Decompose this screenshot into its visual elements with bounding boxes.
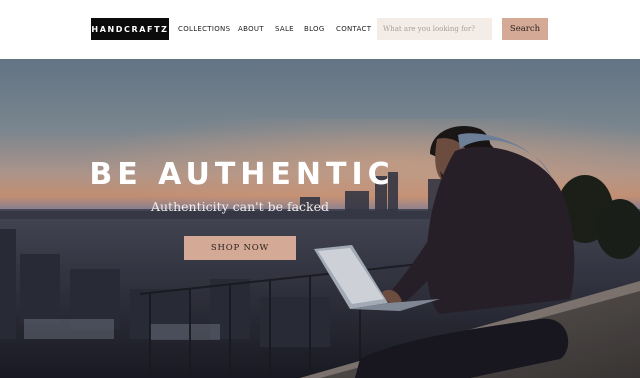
search-input[interactable] bbox=[377, 18, 492, 40]
hero-title: BE AUTHENTIC bbox=[89, 157, 395, 192]
shop-now-button[interactable]: SHOP NOW bbox=[184, 236, 296, 260]
hero-subtitle: Authenticity can't be facked bbox=[150, 199, 330, 214]
nav-item-about[interactable]: ABOUT bbox=[238, 18, 264, 40]
nav-item-collections[interactable]: COLLECTIONS bbox=[178, 18, 230, 40]
search-button[interactable]: Search bbox=[502, 18, 548, 40]
nav-item-contact[interactable]: CONTACT bbox=[336, 18, 371, 40]
man-with-laptop-city-sunset-photo bbox=[0, 59, 640, 378]
brand-logo[interactable]: HANDCRAFTZ bbox=[91, 18, 169, 40]
site-header: HANDCRAFTZ COLLECTIONS ABOUT SALE BLOG C… bbox=[0, 0, 640, 59]
nav-item-blog[interactable]: BLOG bbox=[304, 18, 325, 40]
nav-item-sale[interactable]: SALE bbox=[275, 18, 294, 40]
hero-banner: BE AUTHENTIC Authenticity can't be facke… bbox=[0, 59, 640, 378]
